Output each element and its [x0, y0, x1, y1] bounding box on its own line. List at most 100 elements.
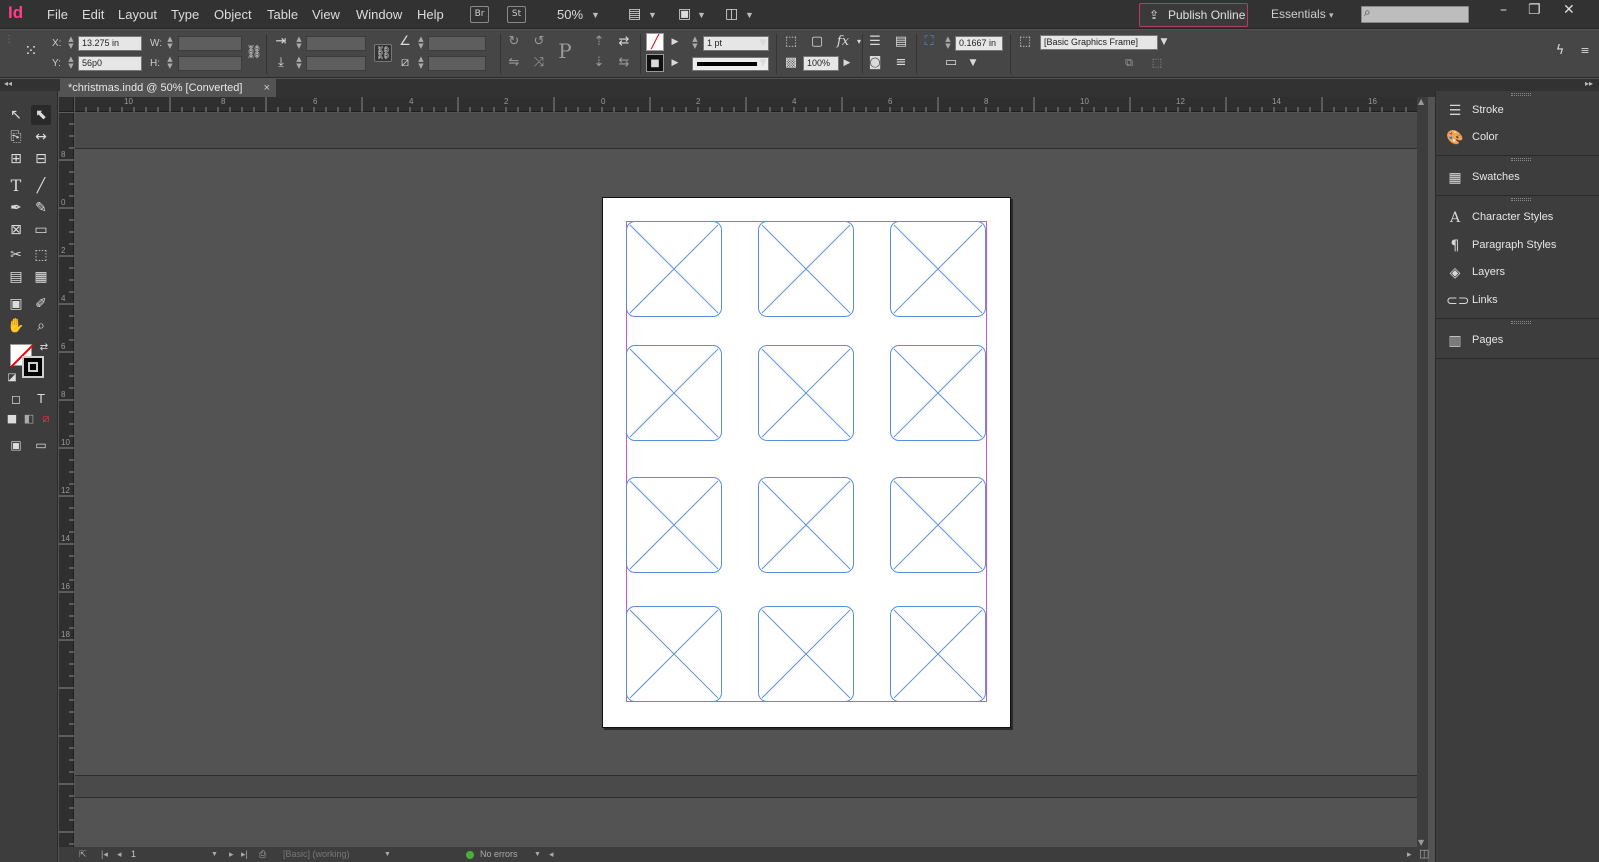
profile-dropdown-icon[interactable]: ▼ — [384, 851, 391, 858]
empty-graphic-frame[interactable] — [626, 345, 722, 441]
pen-tool-icon[interactable]: ✒ — [6, 198, 26, 218]
panel-color[interactable]: 🎨 Color — [1436, 125, 1599, 152]
selection-tool-icon[interactable]: ↖ — [6, 105, 26, 125]
vertical-ruler[interactable]: 8 0 2 4 6 8 10 12 14 16 18 — [59, 112, 74, 847]
stroke-dropdown-icon[interactable]: ▶ — [666, 54, 684, 72]
h-field[interactable] — [178, 56, 242, 71]
menu-table[interactable]: Table — [267, 7, 298, 22]
free-transform-tool-icon[interactable]: ⬚ — [31, 245, 51, 265]
opacity-field[interactable]: 100% — [803, 56, 839, 71]
panel-group-grip[interactable] — [1511, 158, 1531, 161]
select-next-icon[interactable]: ⇄ — [615, 33, 633, 51]
errors-dropdown-icon[interactable]: ▼ — [534, 851, 541, 858]
page-tool-icon[interactable]: ⎘ — [6, 127, 26, 147]
panel-paragraph-styles[interactable]: ¶ Paragraph Styles — [1436, 233, 1599, 260]
direct-selection-tool-icon[interactable]: ⬉ — [31, 105, 51, 125]
stroke-swatch-icon[interactable]: ■ — [646, 54, 664, 72]
publish-online-button[interactable]: ⇪ Publish Online — [1139, 3, 1248, 27]
scissors-tool-icon[interactable]: ✂ — [6, 245, 26, 265]
hand-tool-icon[interactable]: ✋ — [6, 316, 26, 336]
object-style-select[interactable]: [Basic Graphics Frame] — [1040, 35, 1158, 50]
scale-y-stepper[interactable]: ▲ ▼ — [294, 56, 304, 71]
first-page-icon[interactable]: |◂ — [101, 849, 108, 860]
page-number-field[interactable]: 1 — [131, 849, 136, 859]
swap-fill-stroke-icon[interactable]: ⇄ — [34, 338, 54, 358]
minimize-button[interactable]: – — [1500, 2, 1507, 18]
select-content-icon[interactable]: ⇣ — [590, 54, 608, 72]
panel-group-grip[interactable] — [1511, 93, 1531, 96]
empty-graphic-frame[interactable] — [626, 221, 722, 317]
rotate-stepper[interactable]: ▲ ▼ — [416, 36, 426, 51]
empty-graphic-frame[interactable] — [626, 606, 722, 702]
menu-type[interactable]: Type — [171, 7, 199, 22]
horizontal-ruler[interactable]: 10 8 6 4 2 0 2 4 6 8 10 12 14 16 — [74, 97, 1417, 112]
preflight-profile[interactable]: [Basic] (working) — [283, 849, 350, 859]
stroke-type-dropdown-icon[interactable]: ▼ — [754, 54, 772, 72]
scroll-up-icon[interactable]: ▲ — [1418, 97, 1424, 106]
offset-field[interactable]: 0.1667 in — [955, 36, 1003, 51]
close-tab-icon[interactable]: × — [264, 79, 270, 97]
x-stepper[interactable]: ▲ ▼ — [66, 36, 76, 51]
rotate-cw-icon[interactable]: ↻ — [505, 33, 523, 51]
select-container-icon[interactable]: ⇡ — [590, 33, 608, 51]
empty-graphic-frame[interactable] — [890, 606, 986, 702]
stroke-weight-dropdown-icon[interactable]: ▼ — [754, 34, 772, 52]
zoom-dropdown-icon[interactable]: ▼ — [591, 10, 600, 20]
content-placer-icon[interactable]: ⊟ — [31, 149, 51, 169]
empty-graphic-frame[interactable] — [890, 345, 986, 441]
empty-graphic-frame[interactable] — [890, 221, 986, 317]
flip-horizontal-icon[interactable]: ⇋ — [505, 54, 523, 72]
zoom-level[interactable]: 50% — [557, 7, 583, 22]
toolbox-collapse-icon[interactable]: ◂◂ — [0, 79, 60, 91]
clear-overrides-icon[interactable]: ⧉ — [1120, 54, 1138, 72]
offset-stepper[interactable]: ▲ ▼ — [943, 36, 953, 51]
scale-x-stepper[interactable]: ▲ ▼ — [294, 36, 304, 51]
menu-edit[interactable]: Edit — [82, 7, 104, 22]
stock-button[interactable]: St — [507, 6, 526, 23]
type-tool-icon[interactable]: T — [6, 176, 26, 196]
screen-mode-icon[interactable]: ▣ — [678, 5, 691, 22]
jump-object-icon[interactable]: ≡ — [892, 54, 910, 72]
content-collector-icon[interactable]: ⊞ — [6, 149, 26, 169]
constrain-scale-icon[interactable]: ⛓ — [374, 44, 392, 62]
default-fill-stroke-icon[interactable]: ◪ — [2, 368, 22, 388]
empty-graphic-frame[interactable] — [890, 477, 986, 573]
last-page-icon[interactable]: ▸| — [241, 849, 248, 860]
screen-mode-normal-icon[interactable]: ▣ — [6, 435, 26, 455]
formatting-container-icon[interactable]: ◻ — [6, 389, 26, 409]
gradient-swatch-tool-icon[interactable]: ▤ — [6, 267, 26, 287]
alignment-dropdown-icon[interactable]: ▼ — [964, 54, 982, 72]
text-direction-icon[interactable]: P — [556, 41, 574, 61]
alignment-icon[interactable]: ▭ — [942, 54, 960, 72]
flip-vertical-icon[interactable]: ⤨ — [530, 54, 548, 72]
pencil-tool-icon[interactable]: ✎ — [31, 198, 51, 218]
object-style-dropdown-icon[interactable]: ▼ — [1155, 33, 1173, 51]
menu-window[interactable]: Window — [356, 7, 402, 22]
vertical-scrollbar[interactable]: ▲ ▼ — [1417, 97, 1428, 847]
line-tool-icon[interactable]: ╱ — [31, 176, 51, 196]
h-stepper[interactable]: ▲ ▼ — [165, 56, 175, 71]
view-options-dropdown-icon[interactable]: ▼ — [648, 10, 657, 20]
menu-view[interactable]: View — [312, 7, 340, 22]
fill-none-icon[interactable]: ╱ — [646, 33, 664, 51]
w-stepper[interactable]: ▲ ▼ — [165, 36, 175, 51]
menu-help[interactable]: Help — [417, 7, 444, 22]
panel-swatches[interactable]: ▦ Swatches — [1436, 165, 1599, 192]
workspace-switcher[interactable]: Essentials ▾ — [1271, 7, 1334, 21]
fitting-frame-icon[interactable]: ⛶ — [920, 33, 938, 51]
drop-shadow-icon[interactable]: ▢ — [808, 33, 826, 51]
apply-none-icon[interactable]: ⧄ — [36, 409, 56, 429]
scroll-right-icon[interactable]: ▸ — [1407, 849, 1412, 860]
zoom-tool-icon[interactable]: ⌕ — [31, 316, 51, 336]
panel-layers[interactable]: ◈ Layers — [1436, 260, 1599, 287]
panel-menu-icon[interactable]: ≡ — [1576, 42, 1594, 60]
preflight-errors[interactable]: No errors — [480, 849, 518, 859]
quick-apply-icon[interactable]: ϟ — [1551, 42, 1569, 60]
scroll-down-icon[interactable]: ▼ — [1418, 838, 1424, 847]
arrange-dropdown-icon[interactable]: ▼ — [745, 10, 754, 20]
menu-object[interactable]: Object — [214, 7, 252, 22]
w-field[interactable] — [178, 36, 242, 51]
y-stepper[interactable]: ▲ ▼ — [66, 56, 76, 71]
empty-graphic-frame[interactable] — [758, 477, 854, 573]
split-window-icon[interactable]: ◫ — [1419, 847, 1429, 860]
